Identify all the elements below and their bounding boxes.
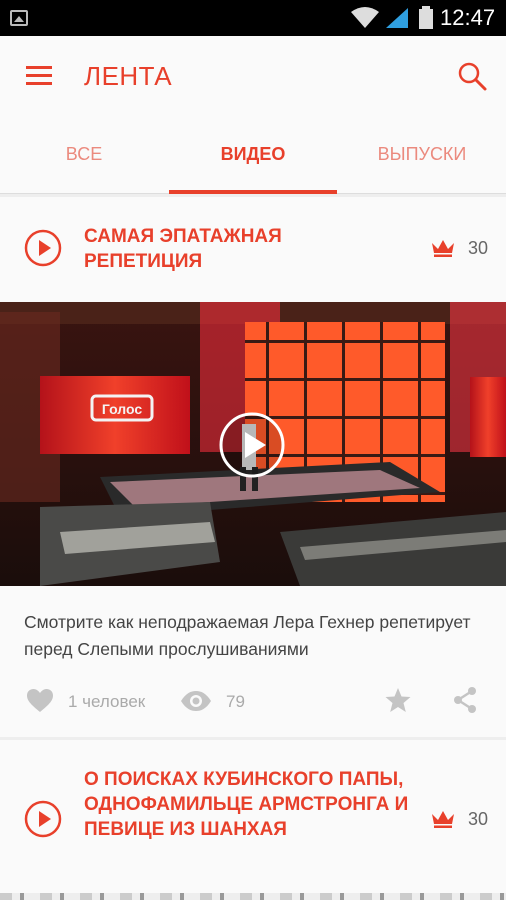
post-title[interactable]: САМАЯ ЭПАТАЖНАЯ РЕПЕТИЦИЯ: [84, 224, 404, 274]
heart-icon[interactable]: [26, 688, 54, 714]
rating-count: 30: [468, 238, 489, 258]
post-title[interactable]: О ПОИСКАХ КУБИНСКОГО ПАПЫ, ОДНОФАМИЛЬЦЕ …: [84, 767, 414, 842]
tab-episodes[interactable]: ВЫПУСКИ: [338, 116, 506, 194]
next-video-thumbnail-edge: [0, 893, 506, 900]
search-icon[interactable]: [456, 60, 488, 92]
share-icon[interactable]: [452, 686, 478, 714]
tab-bar: ВСЕ ВИДЕО ВЫПУСКИ: [0, 116, 506, 194]
video-thumbnail[interactable]: Голос: [0, 302, 506, 586]
status-bar: 12:47: [0, 0, 506, 36]
signal-icon: [386, 8, 408, 28]
post-card: О ПОИСКАХ КУБИНСКОГО ПАПЫ, ОДНОФАМИЛЬЦЕ …: [0, 740, 506, 900]
tab-video[interactable]: ВИДЕО: [169, 116, 337, 194]
post-description: Смотрите как неподражаемая Лера Гехнер р…: [24, 612, 471, 659]
hamburger-menu-icon[interactable]: [24, 62, 54, 90]
play-circle-icon[interactable]: [24, 229, 62, 267]
status-time: 12:47: [440, 5, 496, 30]
star-icon[interactable]: [384, 686, 412, 714]
post-card: САМАЯ ЭПАТАЖНАЯ РЕПЕТИЦИЯ 30 Голос Смотр…: [0, 197, 506, 737]
likes-count: 1 человек: [68, 692, 146, 711]
active-tab-indicator: [169, 190, 337, 194]
post-actions: 1 человек 79: [0, 682, 506, 722]
crown-icon: [432, 811, 454, 828]
views-count: 79: [226, 692, 245, 711]
video-play-icon[interactable]: [218, 411, 286, 479]
wifi-icon: [351, 7, 379, 28]
eye-icon: [181, 691, 211, 711]
thumbnail-sign: Голос: [102, 401, 143, 417]
image-notification-icon: [10, 10, 28, 26]
page-title: ЛЕНТА: [84, 61, 173, 91]
rating-count: 30: [468, 809, 489, 829]
crown-icon: [432, 240, 454, 257]
battery-icon: [419, 6, 433, 29]
app-bar: ЛЕНТА: [0, 36, 506, 116]
play-circle-icon[interactable]: [24, 800, 62, 838]
tab-all[interactable]: ВСЕ: [0, 116, 168, 194]
